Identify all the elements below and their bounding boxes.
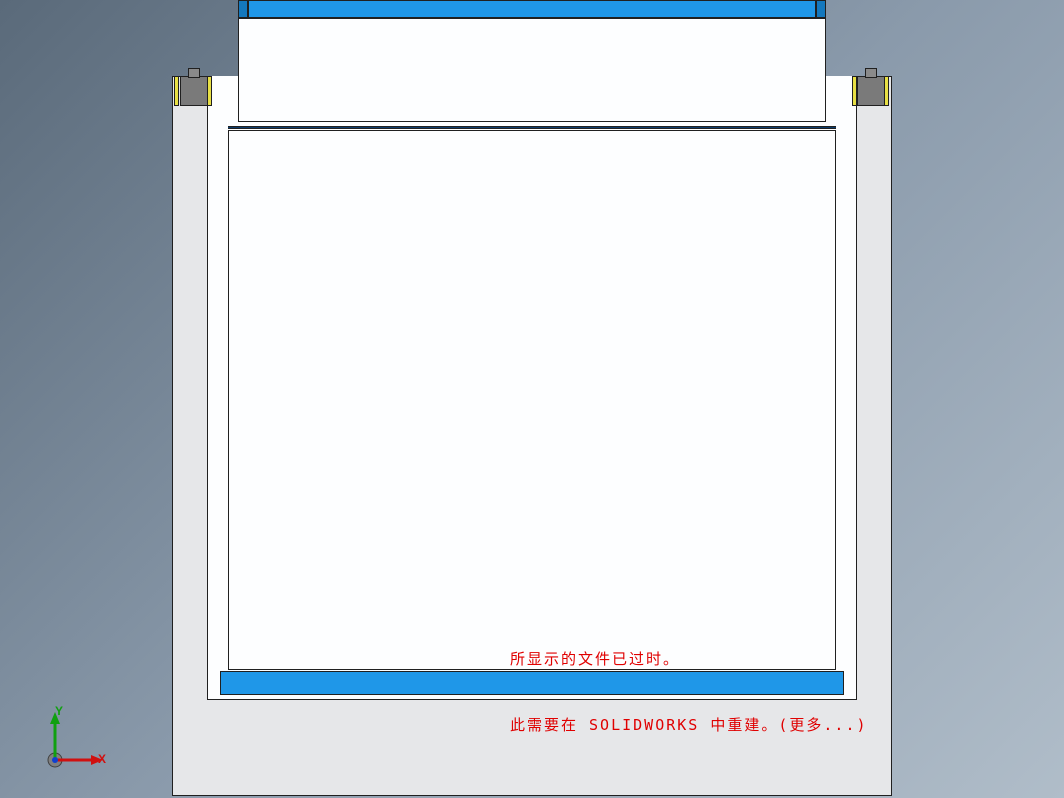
- model-flange-nub-left: [188, 68, 200, 78]
- model-flange-cap-right: [857, 76, 885, 106]
- warning-line-1: 所显示的文件已过时。: [510, 648, 868, 670]
- warning-line-2: 此需要在 SOLIDWORKS 中重建。(更多...): [510, 714, 868, 736]
- cad-viewport[interactable]: Y X 所显示的文件已过时。 此需要在 SOLIDWORKS 中重建。(更多..…: [0, 0, 1064, 798]
- model-flange-nub-right: [865, 68, 877, 78]
- model-top-plate-blue: [248, 0, 816, 18]
- model-top-plate-edge: [238, 0, 248, 18]
- triad-y-label: Y: [55, 704, 63, 718]
- model-inner-topline: [228, 126, 836, 129]
- model-top-plate-edge: [816, 0, 826, 18]
- model-inner-block: [228, 130, 836, 670]
- triad-x-label: X: [98, 752, 106, 766]
- rebuild-warning[interactable]: 所显示的文件已过时。 此需要在 SOLIDWORKS 中重建。(更多...): [510, 604, 868, 780]
- coordinate-triad[interactable]: [35, 710, 105, 780]
- model-flange-yellow: [174, 76, 179, 106]
- model-flange-cap-left: [180, 76, 208, 106]
- model-top-plate-body: [238, 18, 826, 122]
